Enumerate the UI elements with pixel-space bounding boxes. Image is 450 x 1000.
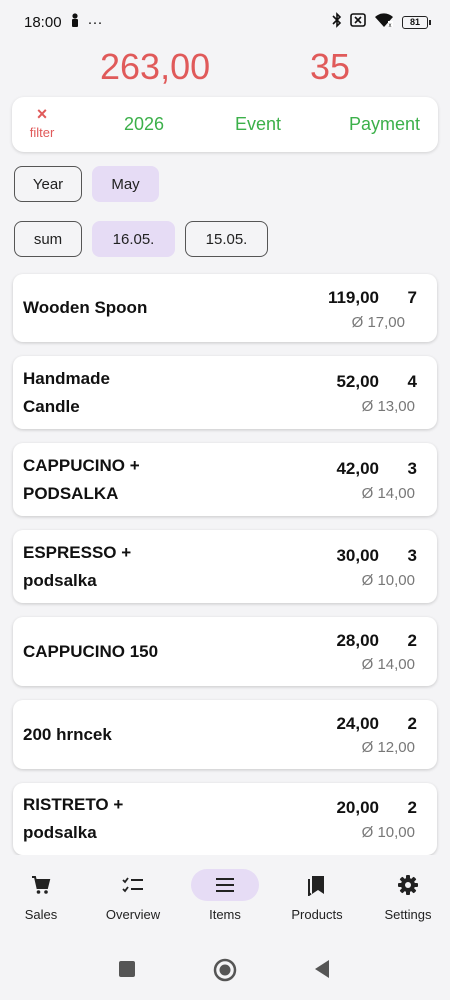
bottom-navigation: Sales Overview Items Products Settings [0, 855, 450, 940]
item-qty: 3 [407, 459, 417, 478]
no-sim-icon [350, 13, 366, 31]
status-bar: 18:00 ··· x 81 [0, 0, 450, 44]
bookmarks-icon [283, 869, 351, 901]
item-sum: 20,00 [336, 798, 379, 817]
item-sum: 24,00 [336, 714, 379, 733]
item-avg: Ø 10,00 [361, 572, 415, 589]
back-triangle-icon [315, 960, 329, 978]
home-button[interactable] [213, 958, 237, 987]
item-qty: 2 [407, 798, 417, 817]
item-sum: 42,00 [336, 459, 379, 478]
nav-products-label: Products [291, 907, 343, 922]
item-qty: 7 [407, 288, 417, 307]
wifi-icon: x [374, 12, 394, 32]
item-sum: 52,00 [336, 372, 379, 391]
item-card[interactable]: RISTRETO + podsalka 20,00 2 Ø 10,00 [13, 783, 437, 855]
item-sum: 30,00 [336, 546, 379, 565]
item-name: Handmade Candle [23, 369, 110, 416]
item-name: 200 hrncek [23, 725, 112, 744]
status-time: 18:00 [24, 13, 62, 31]
close-icon: × [36, 104, 48, 124]
item-card[interactable]: CAPPUCINO + PODSALKA 42,00 3 Ø 14,00 [13, 443, 437, 516]
filter-year[interactable]: 2026 [124, 114, 164, 135]
nav-items-label: Items [209, 907, 241, 922]
item-avg: Ø 12,00 [361, 739, 415, 756]
item-name: ESPRESSO + podsalka [23, 543, 132, 590]
nav-sales[interactable]: Sales [0, 869, 86, 922]
item-sum: 28,00 [336, 631, 379, 650]
total-count: 35 [310, 46, 351, 87]
item-name: Wooden Spoon [23, 298, 148, 317]
item-name: RISTRETO + podsalka [23, 795, 124, 842]
chip-month[interactable]: May [92, 166, 159, 202]
filter-label: filter [29, 125, 55, 140]
item-sum: 119,00 [327, 288, 379, 307]
item-avg: Ø 10,00 [361, 824, 415, 841]
circle-icon [213, 958, 237, 982]
filter-bar: × filter 2026 Event Payment [12, 97, 438, 152]
item-card[interactable]: Wooden Spoon 119,00 7 Ø 17,00 [13, 274, 437, 342]
item-qty: 2 [407, 631, 417, 650]
chip-year[interactable]: Year [14, 166, 82, 202]
item-qty: 3 [407, 546, 417, 565]
item-card[interactable]: CAPPUCINO 150 28,00 2 Ø 14,00 [13, 617, 437, 686]
nav-settings[interactable]: Settings [363, 869, 450, 922]
person-icon [70, 13, 80, 31]
total-sum: 263,00 [100, 46, 211, 87]
back-button[interactable] [313, 959, 331, 984]
item-avg: Ø 14,00 [361, 485, 415, 502]
chip-date-2[interactable]: 15.05. [185, 221, 268, 257]
chip-date-1[interactable]: 16.05. [92, 221, 175, 257]
nav-sales-label: Sales [24, 907, 58, 922]
nav-settings-label: Settings [384, 907, 432, 922]
item-avg: Ø 13,00 [361, 398, 415, 415]
item-card[interactable]: 200 hrncek 24,00 2 Ø 12,00 [13, 700, 437, 769]
item-qty: 2 [407, 714, 417, 733]
gear-icon [374, 869, 442, 901]
item-card[interactable]: ESPRESSO + podsalka 30,00 3 Ø 10,00 [13, 530, 437, 603]
nav-overview[interactable]: Overview [88, 869, 178, 922]
item-avg: Ø 14,00 [361, 656, 415, 673]
item-name: CAPPUCINO + PODSALKA [23, 456, 140, 503]
system-navigation [0, 940, 450, 1000]
battery-icon: 81 [402, 15, 431, 29]
square-icon [119, 961, 135, 977]
cart-icon [7, 869, 75, 901]
list-icon [191, 869, 259, 901]
nav-overview-label: Overview [105, 907, 161, 922]
svg-text:x: x [389, 23, 392, 28]
recents-button[interactable] [118, 960, 136, 983]
item-avg: Ø 17,00 [351, 314, 405, 331]
item-qty: 4 [407, 372, 417, 391]
item-name: CAPPUCINO 150 [23, 642, 159, 661]
nav-products[interactable]: Products [272, 869, 362, 922]
bluetooth-icon [332, 12, 342, 32]
more-notifications-icon: ··· [87, 13, 103, 31]
filter-payment[interactable]: Payment [349, 114, 420, 135]
filter-event[interactable]: Event [235, 114, 281, 135]
item-card[interactable]: Handmade Candle 52,00 4 Ø 13,00 [13, 356, 437, 429]
clear-filter-button[interactable]: × filter [24, 105, 60, 140]
checklist-icon [99, 869, 167, 901]
totals-header: 263,00 35 [0, 44, 450, 90]
chip-sum[interactable]: sum [14, 221, 82, 257]
nav-items[interactable]: Items [180, 869, 270, 922]
